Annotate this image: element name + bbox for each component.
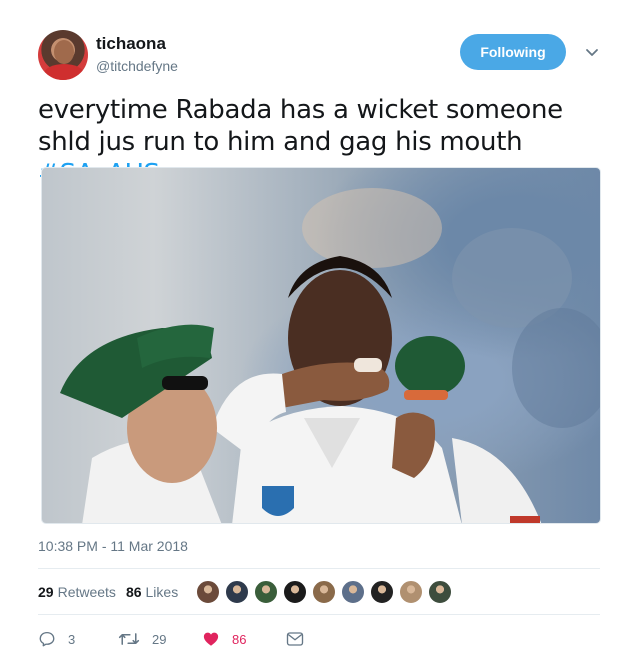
divider-top xyxy=(38,568,600,569)
retweets-count[interactable]: 29 xyxy=(38,584,54,600)
liker-avatar-6[interactable] xyxy=(341,580,365,604)
retweet-count: 29 xyxy=(152,631,167,647)
retweet-button[interactable]: 29 xyxy=(118,630,202,648)
user-name[interactable]: tichaona xyxy=(96,34,166,54)
tweet-stats: 29 Retweets 86 Likes xyxy=(38,576,188,608)
envelope-icon xyxy=(286,632,304,646)
liker-avatar-5[interactable] xyxy=(312,580,336,604)
direct-message-button[interactable] xyxy=(286,631,316,647)
divider-bottom xyxy=(38,614,600,615)
like-count: 86 xyxy=(232,631,247,647)
tweet-photo[interactable] xyxy=(41,167,601,524)
liker-avatar-8[interactable] xyxy=(399,580,423,604)
liker-avatar-4[interactable] xyxy=(283,580,307,604)
liker-avatar-3[interactable] xyxy=(254,580,278,604)
tweet-card: tichaona @titchdefyne Following everytim… xyxy=(0,0,640,661)
timestamp[interactable]: 10:38 PM - 11 Mar 2018 xyxy=(38,538,188,554)
avatar-shirt xyxy=(44,64,84,80)
liker-avatar-2[interactable] xyxy=(225,580,249,604)
likes-count[interactable]: 86 xyxy=(126,584,142,600)
photo-illustration xyxy=(60,188,600,523)
user-handle[interactable]: @titchdefyne xyxy=(96,58,178,74)
heart-icon xyxy=(203,632,219,646)
liker-avatar-9[interactable] xyxy=(428,580,452,604)
tweet-body: everytime Rabada has a wicket someone sh… xyxy=(38,95,563,157)
reply-button[interactable]: 3 xyxy=(38,630,118,648)
avatar[interactable] xyxy=(38,30,88,80)
avatar-face xyxy=(54,40,74,64)
likes-label[interactable]: Likes xyxy=(146,584,179,600)
reply-icon xyxy=(39,631,55,647)
following-button[interactable]: Following xyxy=(460,34,566,70)
retweet-icon xyxy=(118,633,140,645)
liker-avatar-1[interactable] xyxy=(196,580,220,604)
tweet-actions: 3 29 86 xyxy=(38,628,316,650)
reply-count: 3 xyxy=(68,631,76,647)
chevron-down-icon[interactable] xyxy=(584,44,600,60)
tweet-header: tichaona @titchdefyne Following xyxy=(38,30,610,86)
liker-avatars xyxy=(196,580,457,604)
like-button[interactable]: 86 xyxy=(202,630,286,648)
liker-avatar-7[interactable] xyxy=(370,580,394,604)
retweets-label[interactable]: Retweets xyxy=(58,584,116,600)
